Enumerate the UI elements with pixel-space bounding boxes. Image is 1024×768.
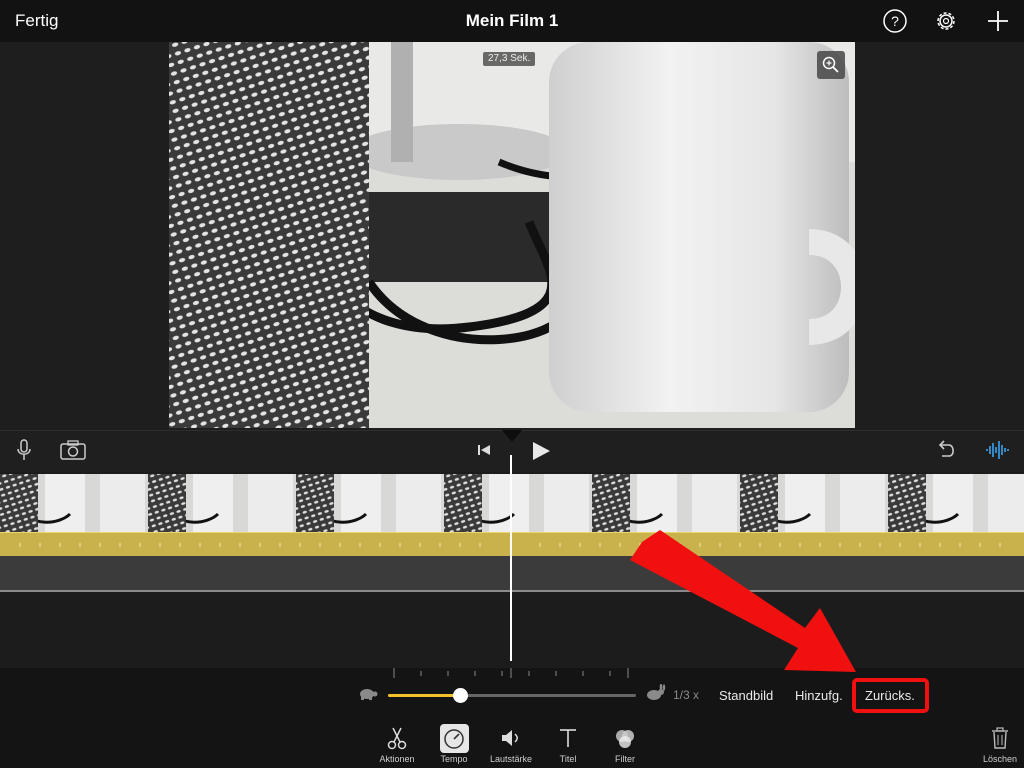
svg-text:?: ? (891, 13, 899, 29)
tool-tempo-label: Tempo (440, 754, 468, 764)
settings-icon[interactable] (933, 8, 959, 34)
camera-icon[interactable] (60, 440, 86, 460)
annotation-arrow (630, 530, 856, 672)
tool-volume-label: Lautstärke (489, 754, 533, 764)
help-icon[interactable]: ? (882, 8, 908, 34)
tool-filter[interactable]: Filter (595, 726, 655, 764)
tool-tempo[interactable]: Tempo (424, 726, 484, 764)
delete-label: Löschen (982, 754, 1018, 764)
playhead[interactable] (510, 455, 512, 661)
add-icon[interactable] (985, 8, 1011, 34)
video-frame-image (169, 42, 855, 428)
add-speed-button[interactable]: Hinzufg. (795, 688, 843, 703)
speed-slider-thumb[interactable] (453, 688, 468, 703)
duration-badge: 27,3 Sek. (483, 52, 536, 66)
tool-filter-label: Filter (615, 754, 635, 764)
video-clip-filmstrip[interactable] (0, 474, 1024, 532)
speed-value: 1/3 x (673, 688, 700, 702)
speaker-icon (502, 730, 518, 746)
tool-titles[interactable]: Titel (538, 726, 598, 764)
delete-button[interactable]: Löschen (970, 726, 1024, 764)
tool-actions-label: Aktionen (379, 754, 415, 764)
tool-titles-label: Titel (559, 754, 577, 764)
undo-icon[interactable] (934, 440, 958, 460)
tool-volume[interactable]: Lautstärke (481, 726, 541, 764)
freeze-frame-button[interactable]: Standbild (719, 688, 773, 703)
video-preview[interactable] (169, 42, 855, 428)
speedometer-icon (444, 729, 464, 749)
zoom-button[interactable] (817, 51, 845, 79)
audio-waveform-icon[interactable] (985, 439, 1011, 461)
turtle-icon (360, 689, 378, 700)
project-title: Mein Film 1 (465, 11, 559, 30)
title-t-icon (560, 729, 576, 747)
speed-slider-fill (388, 694, 460, 697)
clip-thumbnails (0, 474, 1024, 532)
filter-circles-icon (616, 730, 634, 748)
scissors-icon (387, 727, 407, 750)
zoom-in-icon (822, 56, 839, 73)
skip-to-start-icon[interactable] (476, 442, 492, 458)
play-icon[interactable] (530, 440, 552, 462)
tool-actions[interactable]: Aktionen (367, 726, 427, 764)
playhead-marker-icon (502, 430, 522, 442)
trash-icon (992, 727, 1008, 749)
microphone-icon[interactable] (15, 438, 33, 462)
speed-scale-ticks (393, 668, 629, 678)
annotation-highlight-box (852, 678, 929, 713)
rabbit-icon (647, 684, 666, 700)
